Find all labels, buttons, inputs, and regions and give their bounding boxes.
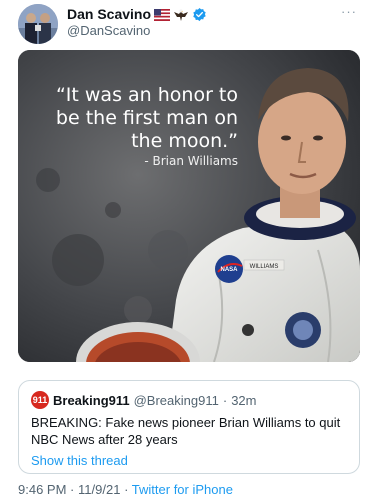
- tweet-image[interactable]: “It was an honor to be the first man on …: [18, 50, 360, 362]
- handle[interactable]: @DanScavino: [67, 23, 150, 38]
- quoted-tweet-separator: ·: [222, 392, 228, 408]
- quoted-tweet-time[interactable]: 32m: [231, 393, 256, 408]
- display-name[interactable]: Dan Scavino: [67, 6, 151, 22]
- suit-name-tag: WILLIAMS: [250, 264, 279, 270]
- quoted-tweet-handle[interactable]: @Breaking911: [134, 393, 219, 408]
- tweet-time[interactable]: 9:46 PM: [18, 482, 66, 497]
- eagle-icon: [173, 8, 189, 21]
- nasa-patch-label: NASA: [220, 267, 238, 273]
- quoted-tweet-name[interactable]: Breaking911: [53, 393, 130, 408]
- verified-icon: [192, 7, 207, 22]
- breaking911-avatar[interactable]: 911: [31, 391, 49, 409]
- quoted-tweet[interactable]: 911 Breaking911 @Breaking911 · 32m BREAK…: [18, 380, 360, 474]
- tweet-client-link[interactable]: Twitter for iPhone: [132, 482, 233, 497]
- us-flag-icon: [154, 8, 171, 21]
- more-options-icon[interactable]: ···: [341, 4, 357, 19]
- show-thread-link[interactable]: Show this thread: [31, 453, 128, 468]
- tweet-header: Dan Scavino @DanScavino ···: [18, 4, 363, 44]
- tweet-footer: 9:46 PM · 11/9/21 · Twitter for iPhone: [18, 482, 233, 497]
- footer-separator: ·: [70, 482, 75, 497]
- tweet-date[interactable]: 11/9/21: [78, 482, 120, 497]
- quoted-tweet-text: BREAKING: Fake news pioneer Brian Willia…: [31, 415, 341, 447]
- footer-separator: ·: [124, 482, 129, 497]
- avatar[interactable]: [18, 4, 58, 44]
